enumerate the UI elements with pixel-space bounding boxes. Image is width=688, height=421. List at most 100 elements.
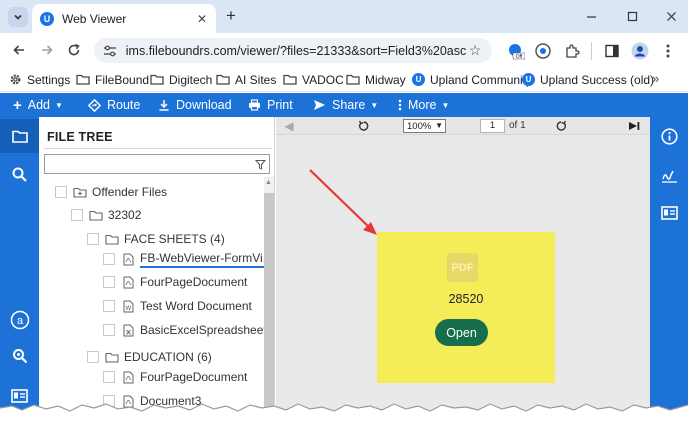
tree-checkbox[interactable] — [103, 300, 115, 312]
add-label: Add — [27, 98, 51, 112]
tree-checkbox[interactable] — [103, 371, 115, 383]
share-button[interactable]: Share ▼ — [313, 93, 378, 117]
pdf-file-icon — [121, 275, 135, 289]
tree-node-face-sheets[interactable]: FACE SHEETS (4) — [87, 230, 225, 248]
upland-favicon-icon: U — [40, 11, 54, 26]
annotation-rail-button[interactable]: a — [0, 303, 39, 337]
site-info-icon[interactable] — [102, 45, 118, 57]
search-settings-icon — [12, 349, 27, 364]
signature-rail-button[interactable] — [650, 159, 688, 193]
file-tree-rail-button[interactable] — [0, 119, 39, 153]
first-page-icon[interactable]: ◀ — [282, 119, 296, 133]
bookmark-settings[interactable]: Settings — [9, 71, 70, 88]
route-button[interactable]: Route — [88, 93, 140, 117]
minimize-window-icon[interactable] — [580, 6, 602, 26]
tree-checkbox[interactable] — [103, 253, 115, 265]
filter-icon[interactable] — [254, 158, 266, 170]
url-text: ims.fileboundrs.com/viewer/?files=21333&… — [125, 43, 467, 58]
side-panel-icon[interactable] — [601, 40, 623, 62]
route-icon — [88, 98, 101, 112]
info-rail-button[interactable] — [650, 119, 688, 153]
bookmarks-overflow-icon[interactable]: » — [652, 71, 659, 86]
tree-checkbox[interactable] — [71, 209, 83, 221]
bookmark-filebound[interactable]: FileBound — [76, 71, 149, 88]
extension-shield-icon[interactable] — [532, 40, 554, 62]
rotate-left-icon[interactable] — [357, 119, 371, 133]
title-divider — [44, 148, 272, 149]
info-icon — [660, 127, 678, 145]
bookmark-digitech[interactable]: Digitech — [150, 71, 212, 88]
pdf-file-icon — [121, 370, 135, 384]
bookmark-label: AI Sites — [235, 72, 277, 87]
chevron-down-icon: ▼ — [435, 121, 443, 130]
rotate-right-icon[interactable] — [554, 119, 568, 133]
browser-toolbar: ims.fileboundrs.com/viewer/?files=21333&… — [0, 33, 688, 67]
tree-node-32302[interactable]: 32302 — [71, 206, 141, 224]
bookmark-label: VADOC — [302, 72, 344, 87]
add-button[interactable]: + Add ▼ — [13, 93, 63, 117]
tree-checkbox[interactable] — [103, 276, 115, 288]
file-tree-filter-input[interactable] — [44, 154, 270, 174]
printer-icon — [248, 99, 261, 111]
tree-node-label: FourPageDocument — [140, 370, 248, 384]
tree-checkbox[interactable] — [87, 351, 99, 363]
search-icon — [12, 167, 27, 182]
more-button[interactable]: More ▼ — [398, 93, 449, 117]
page-number-input[interactable]: 1 — [480, 119, 505, 133]
document-id: 28520 — [448, 292, 484, 306]
bookmark-upland-community[interactable]: U Upland Community — [412, 71, 532, 88]
download-icon — [158, 99, 170, 111]
folder-icon — [76, 74, 90, 85]
bookmark-vadoc[interactable]: VADOC — [283, 71, 344, 88]
extensions-puzzle-icon[interactable] — [561, 40, 583, 62]
bookmark-label: Midway — [365, 72, 406, 87]
tree-node-education[interactable]: EDUCATION (6) — [87, 348, 212, 366]
reload-icon[interactable] — [63, 39, 85, 61]
browser-menu-icon[interactable] — [657, 40, 679, 62]
tree-checkbox[interactable] — [87, 233, 99, 245]
advanced-search-rail-button[interactable] — [0, 339, 39, 373]
tree-node-document-selected[interactable]: FB-WebViewer-FormVi... — [103, 250, 273, 268]
back-icon[interactable] — [8, 39, 30, 61]
id-card-icon — [660, 206, 678, 220]
tree-node-offender-files[interactable]: Offender Files — [55, 183, 167, 201]
new-tab-button[interactable]: + — [222, 7, 240, 25]
download-button[interactable]: Download — [158, 93, 232, 117]
tree-node-label: Test Word Document — [140, 299, 252, 313]
tab-title: Web Viewer — [62, 11, 127, 26]
browser-tab[interactable]: U Web Viewer ✕ — [32, 4, 216, 33]
bookmark-star-icon[interactable]: ☆ — [466, 42, 484, 59]
forward-icon[interactable] — [36, 39, 58, 61]
scroll-up-arrow-icon[interactable]: ▲ — [265, 179, 272, 186]
folder-icon — [105, 232, 119, 246]
profile-avatar-icon[interactable] — [629, 40, 651, 62]
zoom-select[interactable]: 100% ▼ — [403, 119, 446, 133]
extension-off-icon[interactable]: Off — [505, 40, 527, 62]
tree-node-document[interactable]: FourPageDocument — [103, 368, 247, 386]
tree-node-label: FACE SHEETS (4) — [124, 232, 225, 246]
tree-node-document[interactable]: BasicExcelSpreadsheet — [103, 321, 267, 339]
close-tab-icon[interactable]: ✕ — [194, 11, 210, 27]
excel-file-icon — [121, 323, 135, 337]
tree-scrollbar-thumb[interactable] — [264, 193, 274, 421]
tree-checkbox[interactable] — [55, 186, 67, 198]
tab-search-button[interactable] — [8, 7, 28, 27]
open-button[interactable]: Open — [435, 319, 488, 346]
search-rail-button[interactable] — [0, 157, 39, 191]
maximize-window-icon[interactable] — [621, 6, 643, 26]
last-page-icon[interactable] — [627, 119, 641, 133]
tree-checkbox[interactable] — [103, 324, 115, 336]
tree-node-document[interactable]: W Test Word Document — [103, 297, 252, 315]
bookmark-upland-success[interactable]: U Upland Success (old) — [522, 71, 654, 88]
zoom-value: 100% — [407, 120, 432, 132]
left-icon-rail: a — [0, 117, 39, 421]
close-window-icon[interactable] — [660, 6, 682, 26]
tree-node-document[interactable]: FourPageDocument — [103, 273, 247, 291]
bookmark-ai-sites[interactable]: AI Sites — [216, 71, 276, 88]
print-button[interactable]: Print — [248, 93, 293, 117]
address-bar[interactable]: ims.fileboundrs.com/viewer/?files=21333&… — [94, 38, 492, 63]
bookmark-midway[interactable]: Midway — [346, 71, 406, 88]
folder-icon — [216, 74, 230, 85]
document-fields-rail-button[interactable] — [650, 196, 688, 230]
at-circle-icon: a — [10, 310, 29, 330]
